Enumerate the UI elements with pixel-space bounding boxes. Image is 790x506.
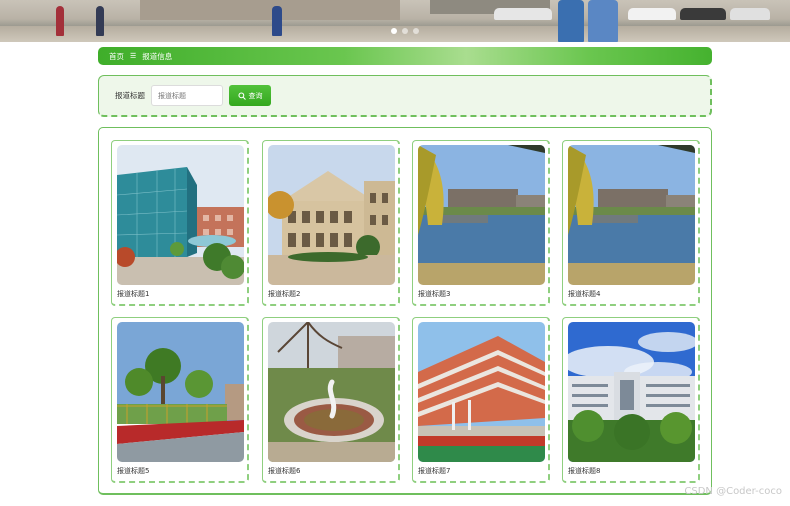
menu-icon: ☰ (130, 52, 137, 60)
report-title: 报道标题4 (568, 290, 601, 298)
carousel-dot-1[interactable] (391, 28, 397, 34)
report-card[interactable]: 报道标题7 (412, 317, 550, 483)
search-input[interactable] (151, 85, 223, 106)
banner-person (588, 0, 618, 42)
report-image (418, 322, 545, 462)
search-label: 报道标题 (115, 91, 145, 100)
watermark: CSDN @Coder-coco (684, 486, 782, 497)
breadcrumb: 首页 ☰ 报道信息 (98, 47, 712, 65)
report-card[interactable]: 报道标题4 (562, 140, 700, 306)
banner-car (494, 8, 552, 20)
page: 首页 ☰ 报道信息 报道标题 查询 (0, 0, 790, 506)
report-image (117, 145, 244, 285)
banner-person (96, 6, 104, 36)
banner-car (730, 8, 770, 20)
breadcrumb-current: 报道信息 (142, 51, 173, 61)
search-button[interactable]: 查询 (229, 85, 271, 106)
report-title: 报道标题7 (418, 467, 451, 475)
carousel-dot-2[interactable] (402, 28, 408, 34)
report-image (568, 322, 695, 462)
carousel-dots (391, 28, 419, 34)
report-card[interactable]: 报道标题6 (262, 317, 400, 483)
report-card[interactable]: 报道标题5 (111, 317, 249, 483)
report-title: 报道标题2 (268, 290, 301, 298)
report-card[interactable]: 报道标题1 (111, 140, 249, 306)
search-panel: 报道标题 查询 (98, 75, 712, 117)
search-icon (237, 91, 246, 100)
report-image (268, 322, 395, 462)
breadcrumb-home[interactable]: 首页 (109, 51, 124, 62)
report-card[interactable]: 报道标题2 (262, 140, 400, 306)
report-image (568, 145, 695, 285)
report-title: 报道标题3 (418, 290, 451, 298)
banner-person (558, 0, 584, 42)
report-image (418, 145, 545, 285)
search-button-label: 查询 (248, 91, 263, 100)
report-image (268, 145, 395, 285)
report-card[interactable]: 报道标题8 (562, 317, 700, 483)
banner-car (628, 8, 676, 20)
report-title: 报道标题6 (268, 467, 301, 475)
report-grid: 报道标题1 报道标题2 报道标题3 报道标题4 报道标题5 报道标题6 报道标题… (98, 127, 712, 495)
banner-person (56, 6, 64, 36)
banner-car (680, 8, 726, 20)
banner-building (140, 0, 400, 20)
report-title: 报道标题1 (117, 290, 150, 298)
banner-person (272, 6, 282, 36)
banner-carousel[interactable] (0, 0, 790, 42)
report-title: 报道标题8 (568, 467, 601, 475)
report-image (117, 322, 244, 462)
report-title: 报道标题5 (117, 467, 150, 475)
report-card[interactable]: 报道标题3 (412, 140, 550, 306)
carousel-dot-3[interactable] (413, 28, 419, 34)
